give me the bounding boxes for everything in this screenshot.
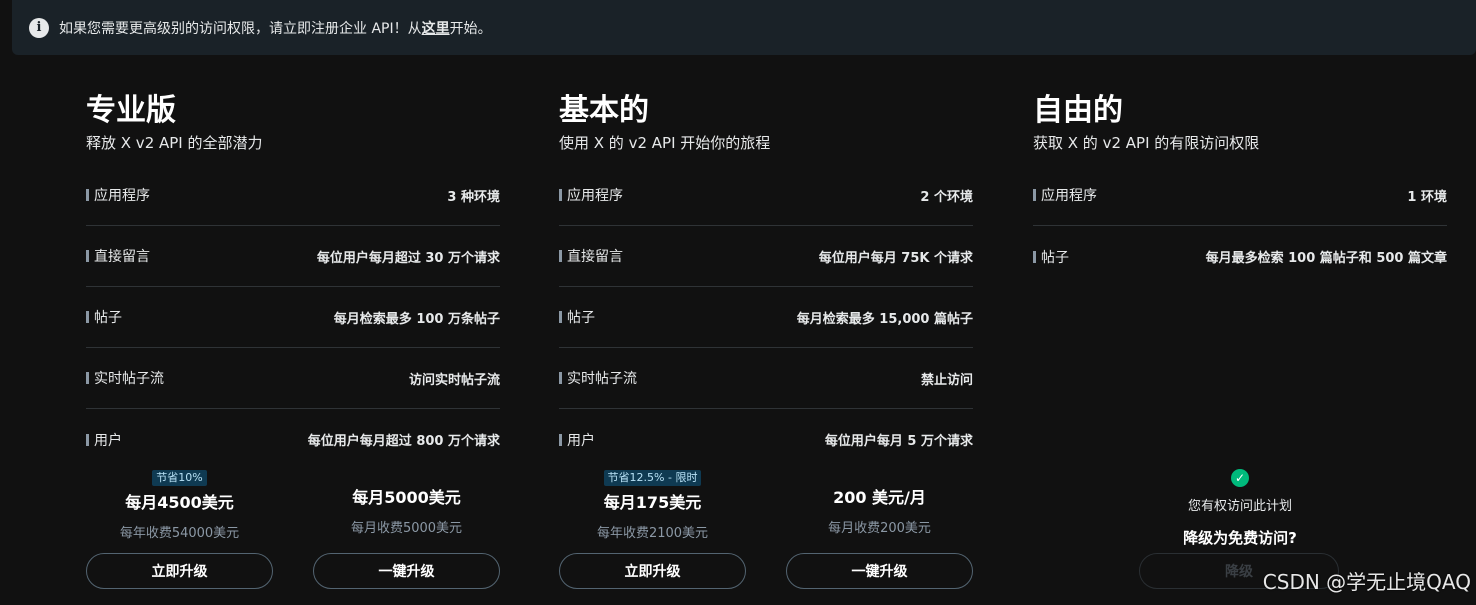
billing-note: 每月收费200美元 — [828, 521, 931, 536]
check-circle-icon: ✓ — [1231, 469, 1249, 487]
plan-subtitle: 释放 X v2 API 的全部潜力 — [86, 134, 263, 152]
plan-title: 自由的 — [1033, 93, 1123, 128]
feature-row: 帖子 每月检索最多 15,000 篇帖子 — [559, 287, 973, 348]
price-label: 200 美元/月 — [833, 488, 926, 507]
plan-subtitle: 使用 X 的 v2 API 开始你的旅程 — [559, 134, 771, 152]
feature-row: 应用程序 3 种环境 — [86, 165, 500, 226]
feature-value: 每位用户每月超过 800 万个请求 — [307, 434, 500, 449]
savings-badge: 节省12.5% - 限时 — [603, 470, 702, 486]
price-label: 每月4500美元 — [125, 493, 234, 512]
feature-value: 每月最多检索 100 篇帖子和 500 篇文章 — [1205, 251, 1447, 266]
watermark: CSDN @学无止境QAQ — [1262, 570, 1471, 594]
feature-value: 每月检索最多 15,000 篇帖子 — [796, 311, 973, 327]
feature-value: 1 环境 — [1407, 189, 1447, 205]
feature-row: 用户 每位用户每月超过 800 万个请求 — [86, 409, 500, 470]
feature-name: 直接留言 — [86, 246, 150, 266]
feature-row: 应用程序 1 环境 — [1033, 165, 1447, 226]
savings-badge: 节省10% — [152, 470, 207, 486]
feature-name: 用户 — [86, 430, 122, 450]
pro-one-click-upgrade-button[interactable]: 一键升级 — [313, 553, 500, 589]
feature-row: 帖子 每月检索最多 100 万条帖子 — [86, 287, 500, 348]
free-plan-status: ✓ 您有权访问此计划 降级为免费访问? — [1140, 469, 1340, 548]
feature-name: 应用程序 — [1033, 185, 1097, 205]
feature-name: 帖子 — [559, 307, 595, 327]
feature-value: 每位用户每月 5 万个请求 — [824, 434, 973, 449]
basic-monthly-price: 200 美元/月 每月收费200美元 — [786, 466, 973, 537]
pro-upgrade-now-button[interactable]: 立即升级 — [86, 553, 273, 589]
feature-list: 应用程序 3 种环境 直接留言 每位用户每月超过 30 万个请求 帖子 每月检索… — [86, 165, 500, 470]
billing-note: 每年收费54000美元 — [119, 526, 240, 541]
feature-list: 应用程序 2 个环境 直接留言 每位用户每月 75K 个请求 帖子 每月检索最多… — [559, 165, 973, 470]
billing-note: 每月收费5000美元 — [350, 521, 463, 536]
feature-row: 直接留言 每位用户每月超过 30 万个请求 — [86, 226, 500, 287]
feature-name: 帖子 — [1033, 247, 1069, 267]
billing-note: 每年收费2100美元 — [596, 526, 709, 541]
plan-pro: 专业版 释放 X v2 API 的全部潜力 应用程序 3 种环境 直接留言 每位… — [86, 92, 500, 470]
feature-value: 禁止访问 — [920, 372, 973, 388]
feature-row: 帖子 每月最多检索 100 篇帖子和 500 篇文章 — [1033, 226, 1447, 287]
downgrade-question: 降级为免费访问? — [1183, 529, 1297, 547]
feature-value: 每月检索最多 100 万条帖子 — [333, 311, 500, 327]
plan-title: 基本的 — [559, 93, 649, 128]
info-banner: i 如果您需要更高级别的访问权限，请立即注册企业 API！从 这里 开始。 — [12, 0, 1476, 55]
price-label: 每月175美元 — [603, 493, 702, 512]
feature-name: 直接留言 — [559, 246, 623, 266]
feature-name: 帖子 — [86, 307, 122, 327]
feature-name: 应用程序 — [559, 185, 623, 205]
basic-one-click-upgrade-button[interactable]: 一键升级 — [786, 553, 973, 589]
feature-value: 访问实时帖子流 — [408, 372, 500, 388]
info-icon: i — [29, 17, 49, 38]
feature-value: 每位用户每月超过 30 万个请求 — [316, 250, 500, 266]
plan-free: 自由的 获取 X 的 v2 API 的有限访问权限 应用程序 1 环境 帖子 每… — [1033, 92, 1447, 287]
feature-name: 实时帖子流 — [86, 368, 164, 388]
access-status-text: 您有权访问此计划 — [1187, 499, 1292, 514]
feature-row: 实时帖子流 禁止访问 — [559, 348, 973, 409]
feature-name: 应用程序 — [86, 185, 150, 205]
feature-row: 应用程序 2 个环境 — [559, 165, 973, 226]
pro-yearly-price: 节省10% 每月4500美元 每年收费54000美元 — [86, 466, 273, 542]
feature-value: 2 个环境 — [920, 189, 973, 205]
feature-name: 实时帖子流 — [559, 368, 637, 388]
feature-value: 3 种环境 — [447, 189, 500, 205]
feature-row: 实时帖子流 访问实时帖子流 — [86, 348, 500, 409]
pro-monthly-price: 每月5000美元 每月收费5000美元 — [313, 466, 500, 537]
feature-row: 用户 每位用户每月 5 万个请求 — [559, 409, 973, 470]
basic-upgrade-now-button[interactable]: 立即升级 — [559, 553, 746, 589]
banner-text-before: 如果您需要更高级别的访问权限，请立即注册企业 API！从 — [59, 20, 422, 37]
feature-name: 用户 — [559, 430, 595, 450]
price-label: 每月5000美元 — [352, 488, 461, 507]
plan-subtitle: 获取 X 的 v2 API 的有限访问权限 — [1033, 134, 1260, 152]
plan-basic: 基本的 使用 X 的 v2 API 开始你的旅程 应用程序 2 个环境 直接留言… — [559, 92, 973, 470]
banner-text-after: 开始。 — [449, 20, 492, 37]
basic-yearly-price: 节省12.5% - 限时 每月175美元 每年收费2100美元 — [559, 466, 746, 542]
feature-row: 直接留言 每位用户每月 75K 个请求 — [559, 226, 973, 287]
feature-list: 应用程序 1 环境 帖子 每月最多检索 100 篇帖子和 500 篇文章 — [1033, 165, 1447, 287]
plan-title: 专业版 — [86, 93, 176, 128]
feature-value: 每位用户每月 75K 个请求 — [818, 250, 973, 266]
banner-link[interactable]: 这里 — [422, 18, 450, 38]
